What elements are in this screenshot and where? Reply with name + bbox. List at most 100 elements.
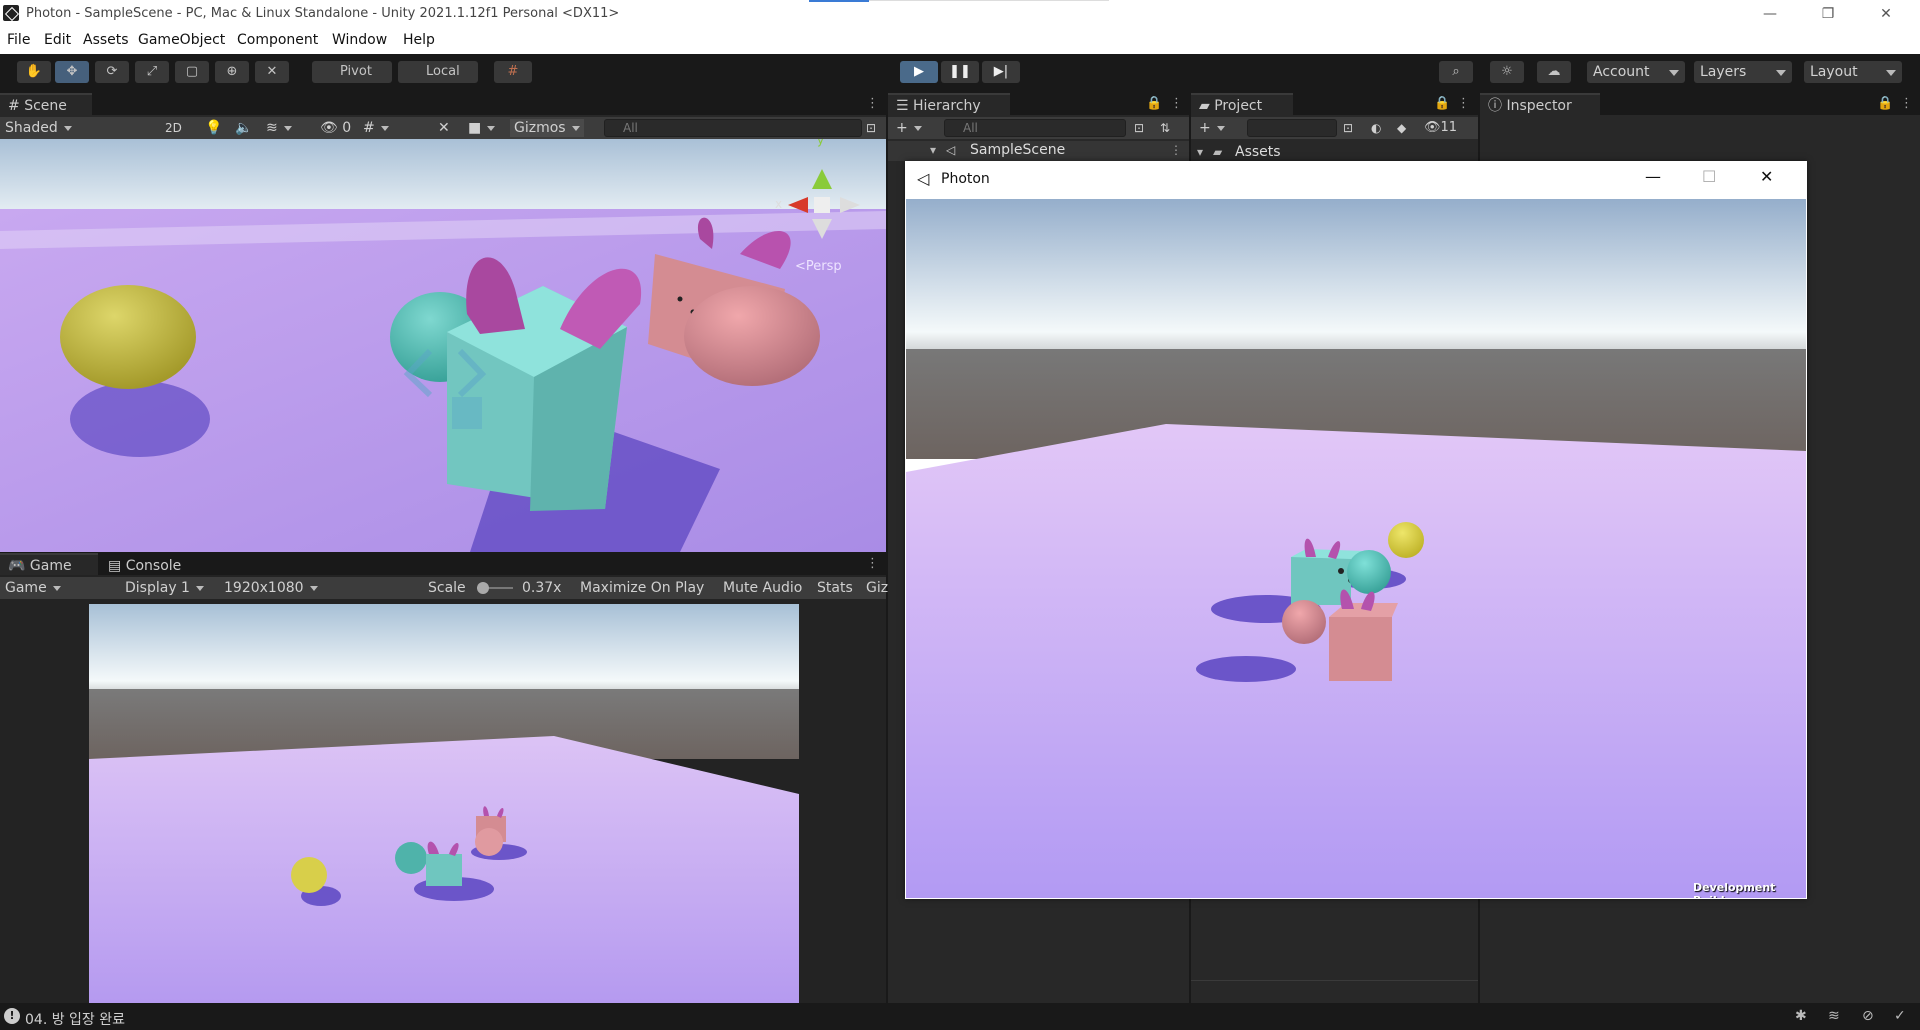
tab-inspector[interactable]: ⓘ Inspector bbox=[1480, 93, 1600, 115]
project-type-icon[interactable]: ◐ bbox=[1371, 119, 1381, 137]
visibility-icon[interactable]: 👁 0 bbox=[320, 119, 351, 137]
tab-hierarchy[interactable]: ☰ Hierarchy bbox=[888, 93, 1010, 115]
unity-scene-icon: ◁ bbox=[946, 143, 956, 157]
menu-component[interactable]: Component bbox=[237, 32, 318, 48]
minimize-button[interactable]: — bbox=[1760, 4, 1780, 24]
grid-snap-icon[interactable]: # bbox=[494, 61, 532, 83]
maximize-on-play-toggle[interactable]: Maximize On Play bbox=[580, 579, 704, 597]
effects-dropdown-icon[interactable]: ≋ bbox=[266, 119, 292, 137]
project-label-icon[interactable]: ◆ bbox=[1397, 119, 1406, 137]
game-view-dropdown[interactable]: Game bbox=[5, 579, 110, 597]
hand-tool-icon[interactable]: ✋ bbox=[17, 61, 51, 83]
hierarchy-filter-icon[interactable]: ⊡ bbox=[1134, 119, 1144, 137]
collab-icon[interactable]: ☼ bbox=[1490, 61, 1524, 83]
hierarchy-search-input[interactable]: All bbox=[944, 119, 1126, 137]
lighting-status-icon[interactable]: ≋ bbox=[1828, 1008, 1840, 1024]
hierarchy-sort-icon[interactable]: ⇅ bbox=[1160, 119, 1170, 137]
project-lock-icon[interactable]: 🔒 bbox=[1434, 96, 1450, 111]
inspector-menu-icon[interactable]: ⋮ bbox=[1900, 96, 1913, 111]
game-toolbar: Game Display 1 1920x1080 Scale 0.37x Max… bbox=[0, 577, 888, 599]
scale-slider-handle[interactable] bbox=[477, 582, 489, 594]
project-filter-icon[interactable]: ⊡ bbox=[1343, 119, 1353, 137]
menu-window[interactable]: Window bbox=[332, 32, 387, 48]
layout-dropdown[interactable]: Layout bbox=[1804, 61, 1902, 83]
auto-generate-icon[interactable]: ⊘ bbox=[1862, 1008, 1874, 1024]
rotate-tool-icon[interactable]: ⟳ bbox=[95, 61, 129, 83]
tab-game[interactable]: 🎮 Game bbox=[0, 553, 98, 575]
search-icon[interactable]: ⌕ bbox=[1439, 61, 1473, 83]
photon-game-viewport[interactable]: Development Build bbox=[906, 199, 1806, 898]
tab-scene[interactable]: # Scene bbox=[0, 93, 92, 115]
project-search-input[interactable] bbox=[1247, 119, 1337, 137]
project-add-button[interactable]: + bbox=[1199, 119, 1225, 137]
inspector-lock-icon[interactable]: 🔒 bbox=[1877, 96, 1893, 111]
camera-dropdown-icon[interactable]: ■ bbox=[468, 119, 495, 137]
tab-project[interactable]: ▰ Project bbox=[1191, 93, 1293, 115]
photon-game-render bbox=[906, 199, 1806, 898]
2d-toggle[interactable]: 2D bbox=[165, 119, 182, 137]
photon-game-window[interactable]: ◁ Photon — ☐ ✕ Development bbox=[905, 161, 1807, 899]
project-visibility-icon[interactable]: 👁11 bbox=[1424, 119, 1457, 137]
hierarchy-search-placeholder: All bbox=[963, 121, 978, 135]
menu-gameobject[interactable]: GameObject bbox=[138, 32, 225, 48]
scene-row-menu-icon[interactable]: ⋮ bbox=[1170, 143, 1182, 157]
step-button[interactable]: ▶| bbox=[982, 61, 1020, 83]
local-toggle[interactable]: Local bbox=[398, 61, 478, 83]
close-button[interactable]: ✕ bbox=[1876, 4, 1896, 24]
menu-edit[interactable]: Edit bbox=[44, 32, 71, 48]
audio-toggle-icon[interactable]: 🔈 bbox=[235, 119, 252, 137]
project-assets-row[interactable]: ▾ ▰ Assets bbox=[1191, 143, 1478, 163]
menu-file[interactable]: File bbox=[7, 32, 30, 48]
scene-search-placeholder: All bbox=[623, 121, 638, 135]
hierarchy-add-button[interactable]: + bbox=[896, 119, 922, 137]
display-dropdown[interactable]: Display 1 bbox=[125, 579, 215, 597]
project-menu-icon[interactable]: ⋮ bbox=[1457, 96, 1470, 111]
rect-tool-icon[interactable]: ▢ bbox=[175, 61, 209, 83]
gizmos-dropdown[interactable]: Gizmos bbox=[510, 119, 584, 137]
play-button[interactable]: ▶ bbox=[900, 61, 938, 83]
hierarchy-scene-row[interactable]: ▾ ◁ SampleScene ⋮ bbox=[888, 141, 1189, 161]
restore-button[interactable]: ❐ bbox=[1818, 4, 1838, 24]
pause-button[interactable]: ❚❚ bbox=[941, 61, 979, 83]
scene-search-options-icon[interactable]: ⊡ bbox=[866, 119, 876, 137]
photon-window-title: Photon bbox=[941, 171, 990, 187]
menu-help[interactable]: Help bbox=[403, 32, 435, 48]
scene-view-viewport[interactable]: y x <Persp bbox=[0, 139, 886, 552]
stats-toggle[interactable]: Stats bbox=[817, 579, 853, 597]
gizmos-toggle[interactable]: Giz bbox=[866, 579, 888, 597]
unity-logo-icon bbox=[3, 5, 19, 21]
grid-dropdown-icon[interactable]: # bbox=[363, 119, 389, 137]
account-dropdown[interactable]: Account bbox=[1587, 61, 1685, 83]
mute-audio-toggle[interactable]: Mute Audio bbox=[723, 579, 802, 597]
photon-minimize-button[interactable]: — bbox=[1645, 167, 1661, 186]
scene-search-input[interactable]: All bbox=[604, 119, 862, 137]
scene-menu-icon[interactable]: ⋮ bbox=[866, 96, 879, 111]
hierarchy-menu-icon[interactable]: ⋮ bbox=[1170, 96, 1183, 111]
scene-expand-icon[interactable]: ▾ bbox=[930, 143, 936, 157]
scale-tool-icon[interactable]: ⤢ bbox=[135, 61, 169, 83]
projection-label[interactable]: <Persp bbox=[795, 259, 842, 274]
hierarchy-lock-icon[interactable]: 🔒 bbox=[1146, 96, 1162, 111]
game-view-viewport[interactable] bbox=[89, 604, 799, 1003]
status-message[interactable]: 04. 방 입장 완료 bbox=[25, 1009, 125, 1029]
move-tool-icon[interactable]: ✥ bbox=[55, 61, 89, 83]
resolution-dropdown[interactable]: 1920x1080 bbox=[224, 579, 416, 597]
photon-title-bar[interactable]: ◁ Photon — ☐ ✕ bbox=[905, 161, 1807, 199]
shading-mode-dropdown[interactable]: Shaded bbox=[5, 119, 145, 137]
cloud-icon[interactable]: ☁ bbox=[1537, 61, 1571, 83]
lighting-toggle-icon[interactable]: 💡 bbox=[205, 119, 222, 137]
game-menu-icon[interactable]: ⋮ bbox=[866, 556, 879, 571]
transform-tool-icon[interactable]: ⊕ bbox=[215, 61, 249, 83]
tools-icon[interactable]: ✕ bbox=[438, 119, 450, 137]
project-divider bbox=[1191, 980, 1478, 981]
custom-tool-icon[interactable]: ✕ bbox=[255, 61, 289, 83]
photon-close-button[interactable]: ✕ bbox=[1760, 167, 1773, 186]
pivot-toggle[interactable]: Pivot bbox=[312, 61, 392, 83]
tab-console[interactable]: ▤ Console bbox=[100, 553, 196, 575]
progress-check-icon[interactable]: ✓ bbox=[1894, 1008, 1906, 1024]
layers-dropdown[interactable]: Layers bbox=[1694, 61, 1792, 83]
photon-maximize-button[interactable]: ☐ bbox=[1702, 167, 1716, 186]
assets-expand-icon[interactable]: ▾ bbox=[1197, 145, 1203, 159]
debug-icon[interactable]: ✱ bbox=[1795, 1008, 1807, 1024]
menu-assets[interactable]: Assets bbox=[83, 32, 129, 48]
